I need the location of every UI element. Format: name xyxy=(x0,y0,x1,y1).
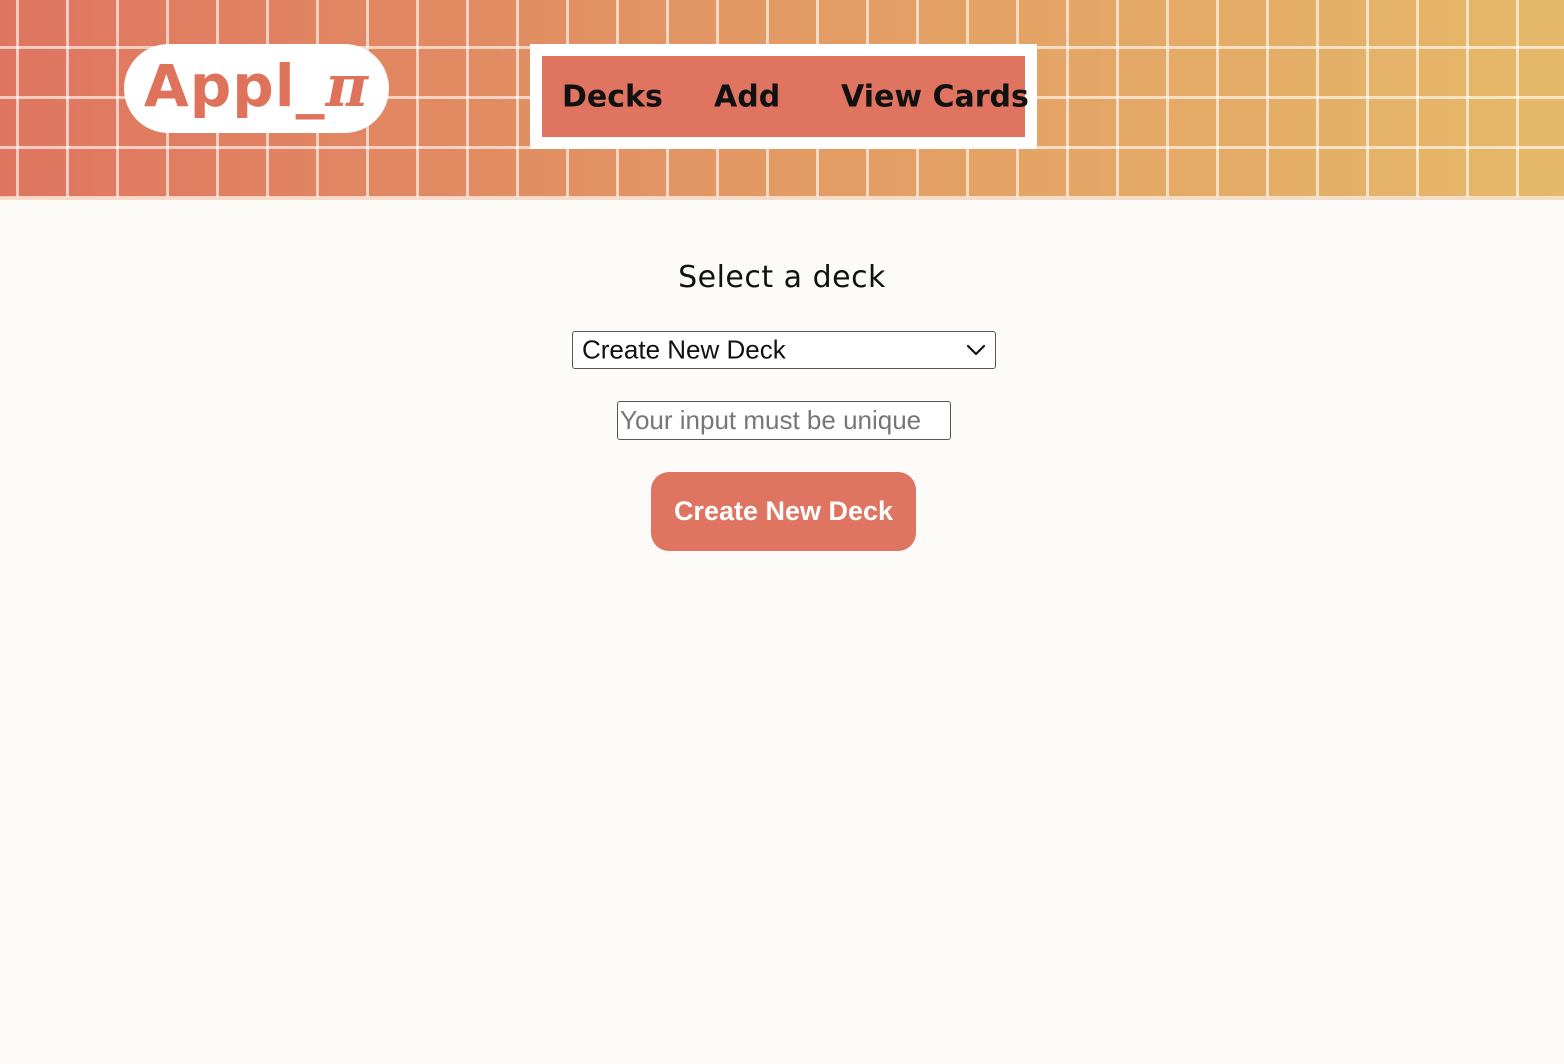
nav-bar: Decks Add View Cards xyxy=(542,56,1029,137)
nav-view-cards-link[interactable]: View Cards xyxy=(841,79,1029,114)
page-title: Select a deck xyxy=(678,260,886,295)
deck-select[interactable]: Create New Deck xyxy=(572,331,996,369)
create-new-deck-button[interactable]: Create New Deck xyxy=(651,472,916,551)
header: Appl_π Decks Add View Cards xyxy=(0,0,1564,200)
deck-select-value: Create New Deck xyxy=(582,334,786,365)
logo-main: Appl_ xyxy=(143,51,326,120)
nav-frame: Decks Add View Cards xyxy=(530,44,1037,149)
logo-text: Appl_π xyxy=(144,57,369,115)
nav-decks-link[interactable]: Decks xyxy=(562,79,663,114)
nav-add-link[interactable]: Add xyxy=(714,79,780,114)
deck-name-input[interactable] xyxy=(617,401,951,440)
logo[interactable]: Appl_π xyxy=(124,44,389,133)
chevron-down-icon xyxy=(966,344,986,356)
logo-pi-symbol: π xyxy=(325,51,370,120)
